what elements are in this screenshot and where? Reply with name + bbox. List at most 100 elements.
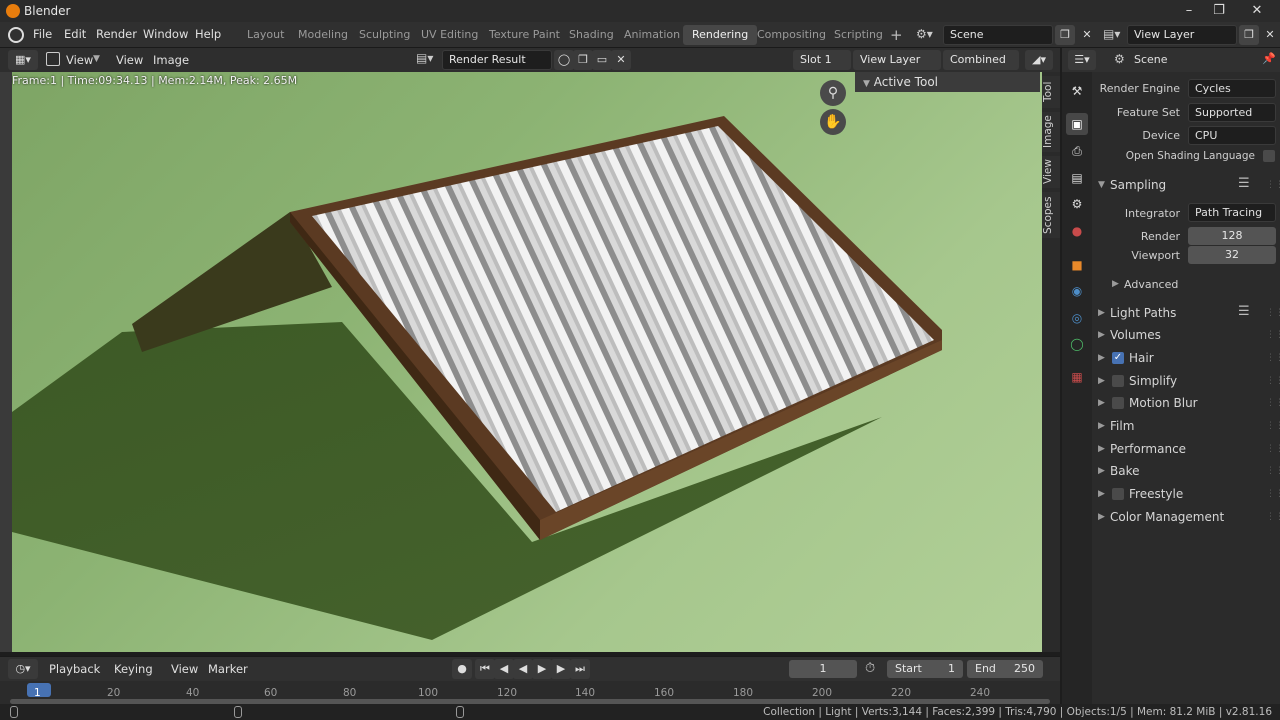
film-section[interactable]: Film [1110,419,1134,433]
scene-selector-icon[interactable]: ⚙▾ [916,27,933,41]
simplify-checkbox[interactable] [1112,375,1124,387]
record-icon[interactable]: ● [452,659,472,679]
simplify-section[interactable]: Simplify [1129,374,1177,388]
drag-handle-icon[interactable]: ⋮⋮ [1266,180,1280,190]
stopwatch-icon[interactable]: ⏱ [865,661,875,676]
tab-compositing[interactable]: Compositing [748,25,835,45]
modifier-tab-icon[interactable]: ◉ [1066,280,1088,302]
delete-view-layer-icon[interactable]: ✕ [1260,25,1280,45]
sampling-section[interactable]: Sampling [1110,178,1166,192]
blender-menu-icon[interactable] [8,27,24,43]
menu-help[interactable]: Help [195,27,221,41]
performance-section[interactable]: Performance [1110,442,1186,456]
menu-render[interactable]: Render [96,27,137,41]
play-reverse-icon[interactable]: ◀ [513,659,533,679]
next-keyframe-icon[interactable]: ▶ [551,659,571,679]
drag-handle-icon[interactable]: ⋮⋮ [1266,512,1280,522]
menu-window[interactable]: Window [143,27,188,41]
bake-section[interactable]: Bake [1110,464,1140,478]
current-frame-field[interactable]: 1 [789,660,857,678]
motion-blur-section[interactable]: Motion Blur [1129,396,1198,410]
tab-image[interactable]: Image [1042,112,1060,152]
drag-handle-icon[interactable]: ⋮⋮ [1266,444,1280,454]
object-tab-icon[interactable]: ■ [1066,254,1088,276]
properties-editor-type-icon[interactable]: ☰▾ [1068,50,1096,70]
presets-list-icon[interactable]: ☰ [1238,304,1250,319]
freestyle-section[interactable]: Freestyle [1129,487,1183,501]
render-tab-icon[interactable]: ▣ [1066,113,1088,135]
menu-keying[interactable]: Keying [114,662,153,676]
drag-handle-icon[interactable]: ⋮⋮ [1266,330,1280,340]
hair-section[interactable]: Hair [1129,351,1154,365]
view-layer-icon[interactable]: ▤▾ [1103,27,1120,41]
prev-keyframe-icon[interactable]: ◀ [494,659,514,679]
motion-blur-checkbox[interactable] [1112,397,1124,409]
view-mode-icon[interactable] [46,52,60,66]
texture-tab-icon[interactable]: ▦ [1066,366,1088,388]
drag-handle-icon[interactable]: ⋮⋮ [1266,398,1280,408]
render-samples-field[interactable]: 128 [1188,227,1276,245]
unlink-image-icon[interactable]: ✕ [611,50,631,70]
pan-hand-icon[interactable]: ✋ [820,109,846,135]
tab-animation[interactable]: Animation [615,25,689,45]
menu-file[interactable]: File [33,27,52,41]
tab-uv-editing[interactable]: UV Editing [412,25,487,45]
pass-dropdown[interactable]: Combined [943,50,1019,70]
tab-view[interactable]: View [1042,156,1060,188]
editor-type-icon[interactable]: ▦▾ [8,50,38,70]
image-browse-icon[interactable]: ▤▾ [416,51,433,65]
play-icon[interactable]: ▶ [532,659,552,679]
viewport-samples-field[interactable]: 32 [1188,246,1276,264]
tab-layout[interactable]: Layout [238,25,293,45]
menu-view[interactable]: View [171,662,198,676]
tab-rendering[interactable]: Rendering [683,25,758,45]
scene-tab-icon[interactable]: ⚙ [1066,193,1088,215]
world-tab-icon[interactable]: ● [1066,220,1088,242]
drag-handle-icon[interactable]: ⋮⋮ [1266,353,1280,363]
timeline-editor-type-icon[interactable]: ◷▾ [8,659,38,679]
pin-icon[interactable]: 📌 [1262,52,1276,65]
end-frame-field[interactable]: End 250 [967,660,1043,678]
hair-checkbox[interactable]: ✓ [1112,352,1124,364]
image-viewport[interactable]: Frame:1 | Time:09:34.13 | Mem:2.14M, Pea… [0,72,1060,652]
slot-dropdown[interactable]: Slot 1 [793,50,851,70]
light-paths-section[interactable]: Light Paths [1110,306,1176,320]
scene-name-field[interactable]: Scene [943,25,1053,45]
tool-tab-icon[interactable]: ⚒ [1066,80,1088,102]
feature-set-dropdown[interactable]: Supported [1188,103,1276,122]
jump-end-icon[interactable]: ⏭ [570,659,590,679]
menu-image[interactable]: Image [153,53,189,67]
zoom-icon[interactable]: ⚲ [820,80,846,106]
volumes-section[interactable]: Volumes [1110,328,1161,342]
render-engine-dropdown[interactable]: Cycles [1188,79,1276,98]
close-icon[interactable]: ✕ [1244,2,1270,20]
light-data-tab-icon[interactable]: ◯ [1066,333,1088,355]
menu-view[interactable]: View [116,53,143,67]
tab-texture-paint[interactable]: Texture Paint [480,25,569,45]
freestyle-checkbox[interactable] [1112,488,1124,500]
start-frame-field[interactable]: Start 1 [887,660,963,678]
tab-tool[interactable]: Tool [1042,76,1060,108]
active-tool-panel[interactable]: ▼ Active Tool [855,72,1040,92]
menu-playback[interactable]: Playback [49,662,100,676]
menu-edit[interactable]: Edit [64,27,86,41]
color-management-section[interactable]: Color Management [1110,510,1224,524]
menu-marker[interactable]: Marker [208,662,248,676]
add-workspace-icon[interactable]: + [890,26,903,44]
open-image-icon[interactable]: ▭ [592,50,612,70]
drag-handle-icon[interactable]: ⋮⋮ [1266,308,1280,318]
tab-shading[interactable]: Shading [560,25,623,45]
osl-checkbox[interactable] [1263,150,1275,162]
maximize-icon[interactable]: ❐ [1206,2,1232,20]
output-tab-icon[interactable]: ⎙ [1066,140,1088,162]
drag-handle-icon[interactable]: ⋮⋮ [1266,489,1280,499]
fake-user-icon[interactable]: ◯ [554,50,574,70]
new-scene-icon[interactable]: ❐ [1055,25,1075,45]
drag-handle-icon[interactable]: ⋮⋮ [1266,421,1280,431]
view-mode-dropdown[interactable]: View [66,53,93,67]
tab-modeling[interactable]: Modeling [289,25,357,45]
device-dropdown[interactable]: CPU [1188,126,1276,145]
minimize-icon[interactable]: – [1176,2,1202,20]
drag-handle-icon[interactable]: ⋮⋮ [1266,466,1280,476]
presets-list-icon[interactable]: ☰ [1238,176,1250,191]
